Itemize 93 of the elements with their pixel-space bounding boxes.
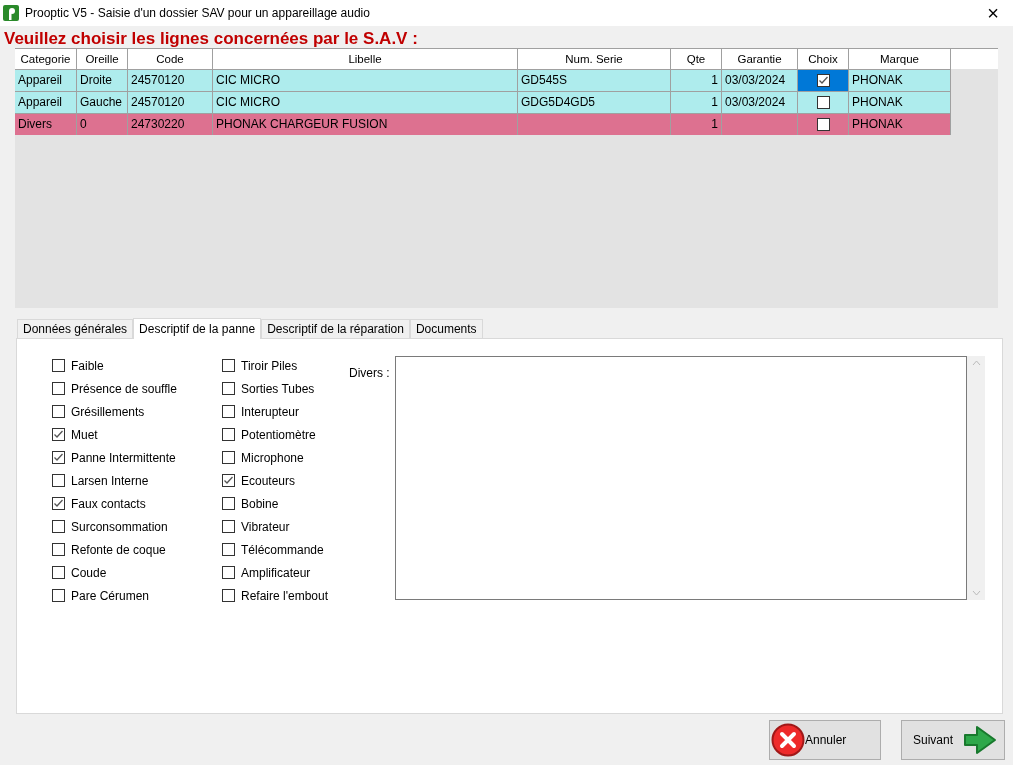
table-cell: CIC MICRO [216, 73, 280, 87]
table-cell: 03/03/2024 [725, 95, 786, 109]
checkbox[interactable] [222, 428, 235, 441]
table-cell: Divers [18, 117, 52, 131]
checkbox[interactable] [52, 451, 65, 464]
column-header: Categorie [15, 49, 77, 69]
checkbox-label: Sorties Tubes [241, 380, 315, 398]
checkbox[interactable] [222, 543, 235, 556]
table-cell: Appareil [18, 95, 63, 109]
checkbox-label: Grésillements [71, 403, 145, 421]
checkbox[interactable] [52, 474, 65, 487]
column-header: Oreille [77, 49, 128, 69]
table-cell: PHONAK [852, 73, 903, 87]
checkbox[interactable] [52, 589, 65, 602]
table-cell: 1 [711, 73, 718, 87]
table-cell: CIC MICRO [216, 95, 280, 109]
column-header: Garantie [722, 49, 798, 69]
table-cell: GD545S [521, 73, 568, 87]
column-header: Libelle [213, 49, 518, 69]
table-cell: 24570120 [131, 73, 185, 87]
checkbox[interactable] [52, 382, 65, 395]
checkbox[interactable] [222, 405, 235, 418]
checkbox[interactable] [52, 359, 65, 372]
window-title: Prooptic V5 - Saisie d'un dossier SAV pour un appareillage audio [25, 5, 370, 22]
cancel-button[interactable]: Annuler [769, 720, 881, 760]
table-cell: Droite [80, 73, 112, 87]
checkbox[interactable] [222, 566, 235, 579]
table-cell: 03/03/2024 [725, 73, 786, 87]
checkbox-label: Interupteur [241, 403, 300, 421]
arrow-icon [963, 725, 998, 755]
table-cell: 24730220 [131, 117, 185, 131]
checkbox-label: Coude [71, 564, 107, 582]
table-cell: 0 [80, 117, 87, 131]
field-label: Divers : [349, 365, 391, 382]
checkbox-label: Panne Intermittente [71, 449, 176, 467]
checkbox-label: Faible [71, 357, 104, 375]
table-cell: PHONAK CHARGEUR FUSION [216, 117, 388, 131]
checkbox-label: Bobine [241, 495, 279, 513]
checkbox-label: Présence de souffle [71, 380, 177, 398]
checkbox-label: Pare Cérumen [71, 587, 150, 605]
column-header: Qte [671, 49, 722, 69]
checkbox[interactable] [52, 497, 65, 510]
tab[interactable]: Documents [409, 319, 483, 338]
close-button[interactable]: × [973, 0, 1013, 26]
tab[interactable]: Descriptif de la réparation [261, 319, 410, 338]
table-cell: GDG5D4GD5 [521, 95, 596, 109]
app-logo-icon [3, 5, 19, 21]
checkbox[interactable] [52, 543, 65, 556]
checkbox-label: Télécommande [241, 541, 324, 559]
checkbox-label: Surconsommation [71, 518, 168, 536]
checkbox[interactable] [222, 359, 235, 372]
table-cell: 24570120 [131, 95, 185, 109]
page-heading: Veuillez choisir les lignes concernées par le S.A.V : [3, 28, 419, 48]
cross-icon [771, 723, 805, 757]
checkbox[interactable] [816, 96, 830, 109]
table-row[interactable]: Divers 0 24730220 PHONAK CHARGEUR FUSION 1 PHONAK [15, 113, 951, 135]
checkbox[interactable] [52, 405, 65, 418]
checkbox-label: Tiroir Piles [241, 357, 298, 375]
checkbox[interactable] [52, 566, 65, 579]
column-header: Num. Serie [518, 49, 671, 69]
checkbox-label: Ecouteurs [241, 472, 296, 490]
checkbox[interactable] [222, 497, 235, 510]
checkbox[interactable] [816, 74, 830, 87]
checkbox-label: Refonte de coque [71, 541, 166, 559]
checkbox[interactable] [222, 382, 235, 395]
checkbox[interactable] [816, 118, 830, 131]
column-header: Marque [849, 49, 951, 69]
table-cell: Gauche [80, 95, 123, 109]
checkbox[interactable] [222, 451, 235, 464]
tab[interactable]: Données générales [17, 319, 134, 338]
table-cell: 1 [711, 95, 718, 109]
checkbox[interactable] [222, 520, 235, 533]
checkbox-label: Potentiomètre [241, 426, 316, 444]
checkbox-label: Microphone [241, 449, 304, 467]
checkbox-label: Vibrateur [241, 518, 290, 536]
table-cell: PHONAK [852, 117, 903, 131]
table-cell: PHONAK [852, 95, 903, 109]
checkbox-label: Amplificateur [241, 564, 311, 582]
tab[interactable]: Descriptif de la panne [133, 318, 262, 339]
checkbox[interactable] [222, 589, 235, 602]
checkbox[interactable] [52, 428, 65, 441]
checkbox-label: Faux contacts [71, 495, 146, 513]
checkbox-label: Refaire l'embout [241, 587, 328, 605]
checkbox-label: Muet [71, 426, 98, 444]
column-header: Code [128, 49, 213, 69]
checkbox[interactable] [52, 520, 65, 533]
table-row[interactable]: Appareil Droite 24570120 CIC MICRO GD545S 1 03/03/2024 PHONAK [15, 69, 951, 91]
next-button[interactable]: Suivant [901, 720, 1005, 760]
table-cell: 1 [711, 117, 718, 131]
checkbox[interactable] [222, 474, 235, 487]
checkbox-label: Larsen Interne [71, 472, 149, 490]
table-cell: Appareil [18, 73, 63, 87]
table-row[interactable]: Appareil Gauche 24570120 CIC MICRO GDG5D4GD5 1 03/03/2024 PHONAK [15, 91, 951, 113]
